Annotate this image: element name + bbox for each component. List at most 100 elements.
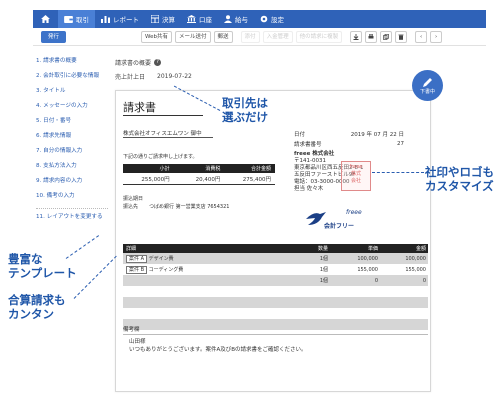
summary-header-cell: 消費税 [205,166,221,172]
payment-manage-button[interactable]: 入金管理 [262,30,293,43]
item-name: コーディング費 [148,267,184,273]
stage: { "nav":{"items":[ {"id":"home","label":… [0,0,500,409]
remarks-line: いつもありがとうございます。案件A及びBの請求書をご確認ください。 [129,347,307,353]
nav-report[interactable]: レポート [95,10,145,28]
bank-value[interactable]: つばめ銀行 第一営業支店 7654321 [149,195,229,211]
due-date-label: 振込期日 [123,196,144,202]
next-button[interactable]: › [430,30,443,43]
date-label: 日付 [294,132,306,138]
download-button[interactable] [350,30,363,43]
step-item[interactable]: 9. 請求内容の入力 [36,178,108,185]
invoice-message[interactable]: 下記の通りご請求申し上げます。 [123,153,198,160]
title-underline [123,115,203,116]
item-amount: 100,000 [405,255,426,262]
table-row[interactable] [123,297,428,308]
nav-torihiki[interactable]: 取引 [58,10,95,28]
table-row[interactable] [123,286,428,297]
remarks-line: 山田様 [129,339,146,345]
item-detail: 案件 A デザイン費 [123,255,300,263]
payment-info: 振込期日 振込先 つばめ銀行 第一営業支店 7654321 [123,195,229,211]
person-icon [224,15,232,23]
invoice-toolbar: 発行 Web共有 メール送付 郵送 添付 入金管理 他の請求に複製 ‹ › [33,28,486,46]
items-header-cell: 単価 [367,246,378,252]
callout-line: テンプレート [8,266,77,280]
bank-icon [187,15,196,23]
nav-settei[interactable]: 設定 [254,10,290,28]
remarks-block[interactable]: 備考欄 山田様 いつもありがとうございます。案件A及びBの請求書をご確認ください… [123,326,428,354]
callout-pointer [65,235,100,259]
delete-button[interactable] [395,30,408,43]
callout-line: 取引先は [222,96,268,110]
duplicate-button[interactable]: 他の請求に複製 [295,30,343,43]
calculator-icon [151,15,159,23]
nav-home[interactable] [33,10,58,28]
summary-header-cell: 合計金額 [251,166,272,172]
overview-label: 請求書の概要 [115,59,152,67]
overview-block: 請求書の概要 ? 売上計上日 2019-07-22 [115,55,192,83]
callout-client: 取引先は 選ぶだけ [222,96,268,124]
web-share-button[interactable]: Web共有 [141,30,173,43]
number-value[interactable]: 27 [397,141,404,147]
callout-line: カスタマイズ [425,179,494,193]
mail-send-button[interactable]: メール送付 [175,30,211,43]
item-detail: 案件 B コーディング費 [123,266,300,274]
items-header-cell: 詳細 [126,246,137,252]
table-row[interactable]: 案件 B コーディング費 1個 155,000 155,000 [123,264,428,275]
table-row[interactable]: 1個 0 0 [123,275,428,286]
step-item[interactable]: 1. 請求書の概要 [36,58,108,65]
item-price: 155,000 [357,266,378,273]
step-item[interactable]: 10. 備考の入力 [36,193,108,200]
callout-seal: 社印やロゴも カスタマイズ [425,165,494,193]
item-price: 100,000 [357,255,378,262]
post-send-button[interactable]: 郵送 [213,30,233,43]
print-icon [368,33,374,38]
company-seal[interactable]: freee 株式 会社 [341,161,371,191]
print-button[interactable] [365,30,378,43]
items-header: 詳細 数量 単価 金額 [123,244,428,253]
items-table: 詳細 数量 単価 金額 案件 A デザイン費 1個 100,000 100,00… [123,244,428,330]
nav-jinji[interactable]: 給与 [218,10,254,28]
summary-table: 小計 消費税 合計金額 255,000円 20,400円 275,400円 [123,164,275,185]
callout-line: 社印やロゴも [425,165,494,179]
client-underline [123,137,213,138]
sales-date-value[interactable]: 2019-07-22 [157,73,192,80]
item-qty: 1個 [319,256,328,262]
step-item[interactable]: 6. 請求先情報 [36,133,108,140]
nav-kessan[interactable]: 決算 [145,10,181,28]
home-icon [41,15,50,23]
nav-koza[interactable]: 口座 [181,10,218,28]
callout-line: 合算請求も [8,293,66,307]
item-qty: 1個 [319,278,328,284]
download-icon [353,33,359,40]
draft-badge[interactable]: 下書中 [412,70,443,101]
invoice-title[interactable]: 請求書 [123,99,156,115]
date-value[interactable]: 2019 年 07 月 22 日 [351,130,404,138]
summary-header-cell: 小計 [159,166,170,172]
step-item[interactable]: 5. 日付・番号 [36,118,108,125]
client-name[interactable]: 株式会社オフィスエムワン 御中 [123,129,202,137]
step-item[interactable]: 4. メッセージの入力 [36,103,108,110]
summary-header: 小計 消費税 合計金額 [123,164,275,173]
chart-icon [101,16,110,23]
help-icon[interactable]: ? [154,58,162,66]
nav-label: 取引 [76,16,89,24]
item-qty: 1個 [319,267,328,273]
step-item[interactable]: 2. 会計取引に必要な情報 [36,73,108,80]
attach-button[interactable]: 添付 [240,30,260,43]
callout-line: カンタン [8,307,54,321]
seal-text: 株式 [350,171,361,177]
table-row[interactable]: 案件 A デザイン費 1個 100,000 100,000 [123,253,428,264]
copy-button[interactable] [380,30,393,43]
table-row[interactable] [123,308,428,319]
step-item[interactable]: 8. 支払方法入力 [36,163,108,170]
pen-icon [423,77,432,87]
nav-label: 給与 [235,16,248,24]
company-logo[interactable]: freee 会計フリー [306,207,376,235]
step-item-layout[interactable]: 11. レイアウトを変更する [36,208,108,221]
issue-button[interactable]: 発行 [41,30,67,43]
summary-cell: 255,000円 [141,176,170,183]
step-item[interactable]: 3. タイトル [36,88,108,95]
step-item[interactable]: 7. 自分の情報入力 [36,148,108,155]
prev-button[interactable]: ‹ [415,30,428,43]
callout-pointer [73,255,117,299]
